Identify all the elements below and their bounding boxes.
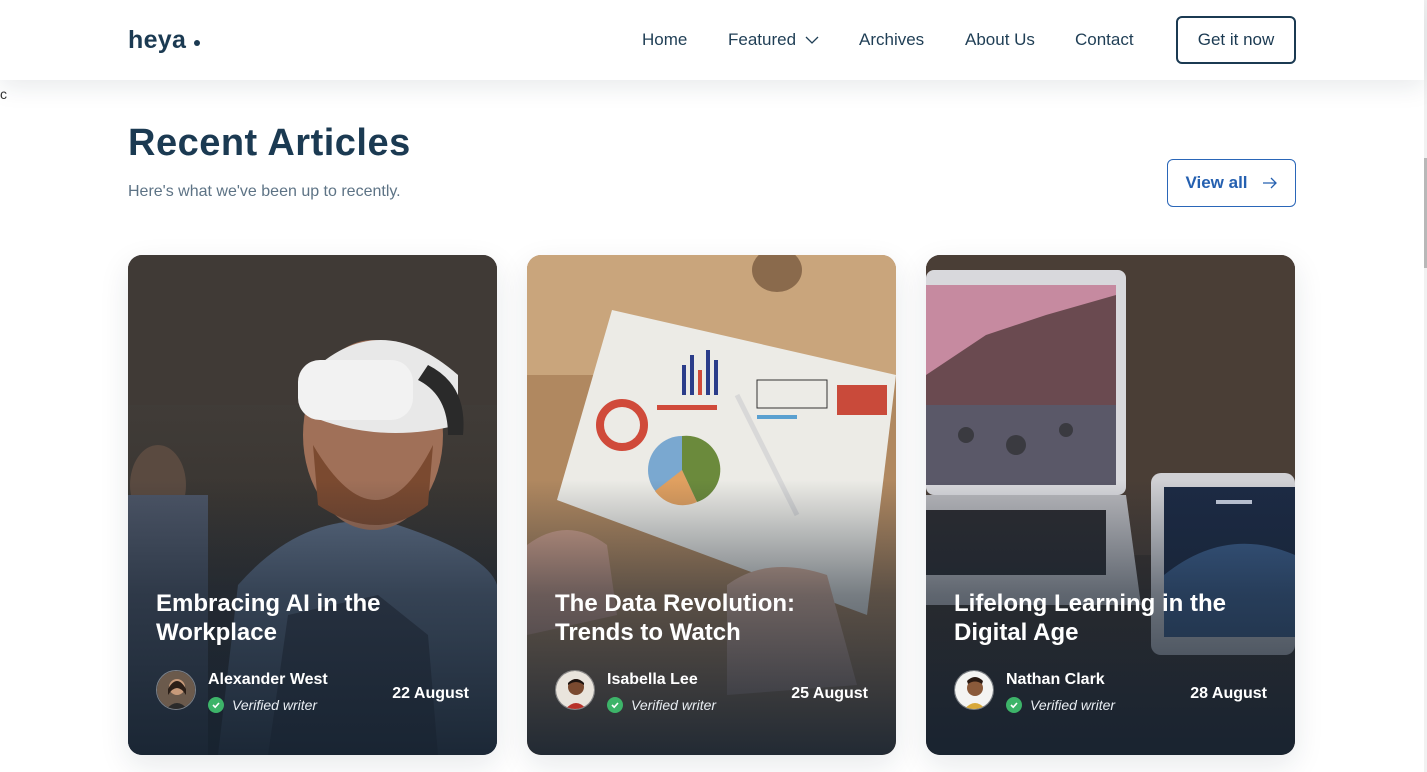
get-it-now-button[interactable]: Get it now (1176, 16, 1296, 64)
view-all-button[interactable]: View all (1167, 159, 1296, 207)
check-circle-icon (607, 697, 623, 713)
article-card[interactable]: The Data Revolution: Trends to Watch Isa… (527, 255, 896, 755)
chevron-down-icon (805, 36, 819, 44)
article-title[interactable]: Lifelong Learning in the Digital Age (954, 589, 1254, 647)
article-title[interactable]: The Data Revolution: Trends to Watch (555, 589, 855, 647)
article-date: 28 August (1190, 685, 1267, 702)
author-name[interactable]: Alexander West (208, 671, 328, 689)
brand-logo[interactable]: heya (128, 26, 201, 55)
logo-dot-icon (194, 40, 201, 46)
article-card[interactable]: Embracing AI in the Workplace Alexander … (128, 255, 497, 755)
verified-writer-label: Verified writer (1030, 697, 1116, 713)
verified-writer-label: Verified writer (631, 697, 717, 713)
avatar (156, 670, 196, 710)
nav-item-featured-label: Featured (728, 30, 797, 49)
author-name[interactable]: Isabella Lee (607, 671, 698, 689)
check-circle-icon (208, 697, 224, 713)
verified-writer-label: Verified writer (232, 697, 318, 713)
avatar (555, 670, 595, 710)
nav-item-home[interactable]: Home (642, 30, 687, 50)
view-all-label: View all (1185, 173, 1248, 192)
verified-writer-badge: Verified writer (607, 697, 716, 713)
brand-logo-text: heya (128, 26, 187, 54)
author-name[interactable]: Nathan Clark (1006, 671, 1105, 689)
verified-writer-badge: Verified writer (1006, 697, 1115, 713)
arrow-right-icon (1262, 177, 1277, 189)
nav-item-contact[interactable]: Contact (1075, 30, 1134, 50)
site-header: heya Home Featured Archives About Us Con… (0, 0, 1424, 80)
nav-item-archives[interactable]: Archives (859, 30, 924, 50)
article-date: 22 August (392, 685, 469, 702)
article-date: 25 August (791, 685, 868, 702)
article-title[interactable]: Embracing AI in the Workplace (156, 589, 456, 647)
stray-text: c (0, 86, 7, 102)
section-subtitle: Here's what we've been up to recently. (128, 183, 401, 200)
verified-writer-badge: Verified writer (208, 697, 317, 713)
nav-item-featured[interactable]: Featured (728, 30, 819, 50)
check-circle-icon (1006, 697, 1022, 713)
nav-item-about-us[interactable]: About Us (965, 30, 1035, 50)
article-card[interactable]: Lifelong Learning in the Digital Age Nat… (926, 255, 1295, 755)
section-title: Recent Articles (128, 122, 411, 164)
avatar (954, 670, 994, 710)
